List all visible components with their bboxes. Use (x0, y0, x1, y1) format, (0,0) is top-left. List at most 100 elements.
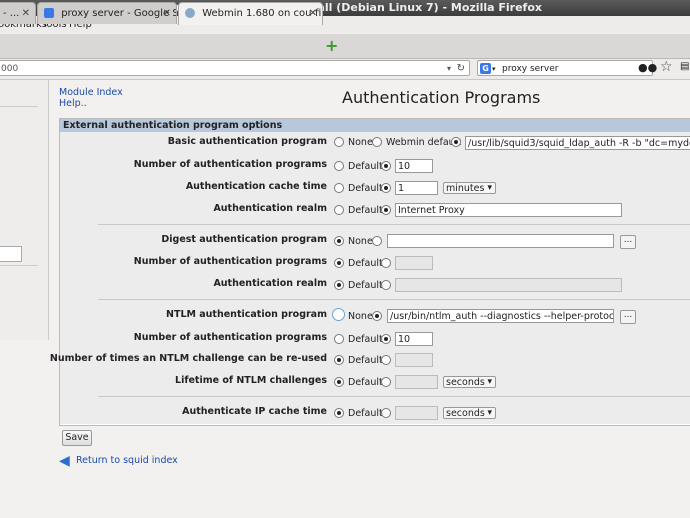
options-panel: External authentication program options … (50, 118, 690, 426)
search-query: proxy server (502, 64, 559, 74)
chevron-down-icon[interactable]: ▾ (492, 61, 496, 77)
tab-webmin[interactable]: Webmin 1.680 on cou-fir... ✕ (178, 2, 323, 25)
search-bar[interactable]: G ▾ proxy server (477, 60, 653, 76)
digest-realm-custom-radio[interactable] (381, 280, 391, 290)
basic-num-field[interactable]: 10 (395, 159, 433, 173)
ip-cache-default-radio[interactable] (334, 408, 344, 418)
default-label: Default (348, 258, 383, 269)
ntlm-lifetime-field[interactable] (395, 375, 438, 389)
section-divider (98, 299, 690, 300)
ntlm-lifetime-custom-radio[interactable] (381, 377, 391, 387)
help-link[interactable]: Help.. (59, 98, 123, 109)
back-arrow-icon[interactable]: ◀ (59, 453, 70, 469)
save-button[interactable]: Save (62, 430, 92, 446)
default-label: Default (348, 161, 383, 172)
basic-num-default-radio[interactable] (334, 161, 344, 171)
tab-label: Webmin 1.680 on cou-fir... (202, 8, 323, 19)
bookmark-star-icon[interactable]: ☆ (660, 59, 673, 75)
digest-program-field[interactable] (387, 234, 614, 248)
ip-cache-custom-radio[interactable] (381, 408, 391, 418)
default-label: Default (348, 183, 383, 194)
ntlm-reuse-custom-radio[interactable] (381, 355, 391, 365)
section-divider (98, 396, 690, 397)
basic-none-radio[interactable] (334, 137, 344, 147)
module-links: Module Index Help.. (59, 87, 123, 109)
sidebar-search-input[interactable] (0, 246, 22, 262)
navigation-bar: 000 ▾ ↻ G ▾ proxy server ●● ☆ ▤ (0, 59, 690, 80)
panel-body: Basic authentication program None Webmin… (50, 132, 690, 424)
default-label: Default (348, 280, 383, 291)
webmin-favicon-icon (185, 8, 195, 18)
history-dropdown-icon[interactable]: ▾ (447, 61, 451, 77)
module-index-link[interactable]: Module Index (59, 87, 123, 98)
basic-custom-radio[interactable] (451, 137, 461, 147)
digest-num-field[interactable] (395, 256, 433, 270)
close-icon[interactable]: ✕ (163, 3, 171, 24)
close-icon[interactable]: ✕ (22, 3, 30, 24)
google-search-engine-icon[interactable]: G (480, 63, 491, 74)
cache-unit-select[interactable]: minutes (443, 182, 496, 194)
digest-num-custom-radio[interactable] (381, 258, 391, 268)
new-tab-plus-icon[interactable]: + (325, 36, 338, 55)
ntlm-program-field[interactable]: /usr/bin/ntlm_auth --diagnostics --helpe… (387, 309, 614, 323)
ntlm-browse-button[interactable]: ... (620, 310, 636, 324)
tab-label: proxy server - Google Sea... (61, 8, 176, 19)
ntlm-program-label: NTLM authentication program (166, 309, 327, 320)
cache-custom-radio[interactable] (381, 183, 391, 193)
url-bar[interactable]: 000 ▾ ↻ (0, 60, 470, 76)
realm-custom-radio[interactable] (381, 205, 391, 215)
digest-program-label: Digest authentication program (161, 234, 327, 245)
tab-google-search[interactable]: proxy server - Google Sea... ✕ (37, 2, 177, 24)
close-icon[interactable]: ✕ (309, 3, 317, 24)
none-label: None (348, 137, 373, 148)
realm-default-radio[interactable] (334, 205, 344, 215)
ntlm-num-field[interactable]: 10 (395, 332, 433, 346)
digest-num-default-radio[interactable] (334, 258, 344, 268)
reload-icon[interactable]: ↻ (457, 61, 465, 77)
none-label: None (348, 236, 373, 247)
ntlm-num-custom-radio[interactable] (381, 334, 391, 344)
url-text: 000 (1, 64, 19, 74)
ntlm-num-label: Number of authentication programs (133, 332, 327, 343)
basic-program-field[interactable]: /usr/lib/squid3/squid_ldap_auth -R -b "d… (465, 136, 690, 150)
ntlm-lifetime-default-radio[interactable] (334, 377, 344, 387)
ip-cache-unit-select[interactable]: seconds (443, 407, 496, 419)
ntlm-lifetime-unit-select[interactable]: seconds (443, 376, 496, 388)
digest-num-label: Number of authentication programs (133, 256, 327, 267)
default-label: Default (348, 205, 383, 216)
basic-num-label: Number of authentication programs (133, 159, 327, 170)
basic-num-custom-radio[interactable] (381, 161, 391, 171)
webmin-default-label: Webmin default (386, 137, 462, 148)
tab-previous[interactable]: - ... ✕ (0, 2, 36, 24)
digest-realm-default-radio[interactable] (334, 280, 344, 290)
ntlm-reuse-default-radio[interactable] (334, 355, 344, 365)
ntlm-reuse-label: Number of times an NTLM challenge can be… (49, 353, 327, 364)
cache-time-field[interactable]: 1 (395, 181, 438, 195)
default-label: Default (348, 408, 383, 419)
ntlm-custom-radio[interactable] (372, 311, 382, 321)
none-label: None (348, 311, 373, 322)
ntlm-none-radio[interactable] (332, 308, 345, 321)
ip-cache-field[interactable] (395, 406, 438, 420)
ntlm-num-default-radio[interactable] (334, 334, 344, 344)
page-title: Authentication Programs (342, 88, 541, 107)
cache-default-radio[interactable] (334, 183, 344, 193)
ntlm-reuse-field[interactable] (395, 353, 433, 367)
downloads-icon[interactable]: ▤ (680, 61, 689, 72)
digest-browse-button[interactable]: ... (620, 235, 636, 249)
default-label: Default (348, 377, 383, 388)
section-divider (98, 224, 690, 225)
panel-header: External authentication program options (60, 119, 690, 132)
digest-none-radio[interactable] (334, 236, 344, 246)
basic-program-label: Basic authentication program (167, 136, 327, 147)
basic-webmin-default-radio[interactable] (372, 137, 382, 147)
digest-realm-field[interactable] (395, 278, 622, 292)
digest-realm-label: Authentication realm (213, 278, 327, 289)
basic-realm-field[interactable]: Internet Proxy (395, 203, 622, 217)
cache-time-label: Authentication cache time (185, 181, 327, 192)
ip-cache-label: Authenticate IP cache time (182, 406, 327, 417)
binoculars-search-icon[interactable]: ●● (638, 61, 657, 74)
digest-custom-radio[interactable] (372, 236, 382, 246)
return-to-squid-index-link[interactable]: Return to squid index (76, 455, 178, 466)
default-label: Default (348, 355, 383, 366)
